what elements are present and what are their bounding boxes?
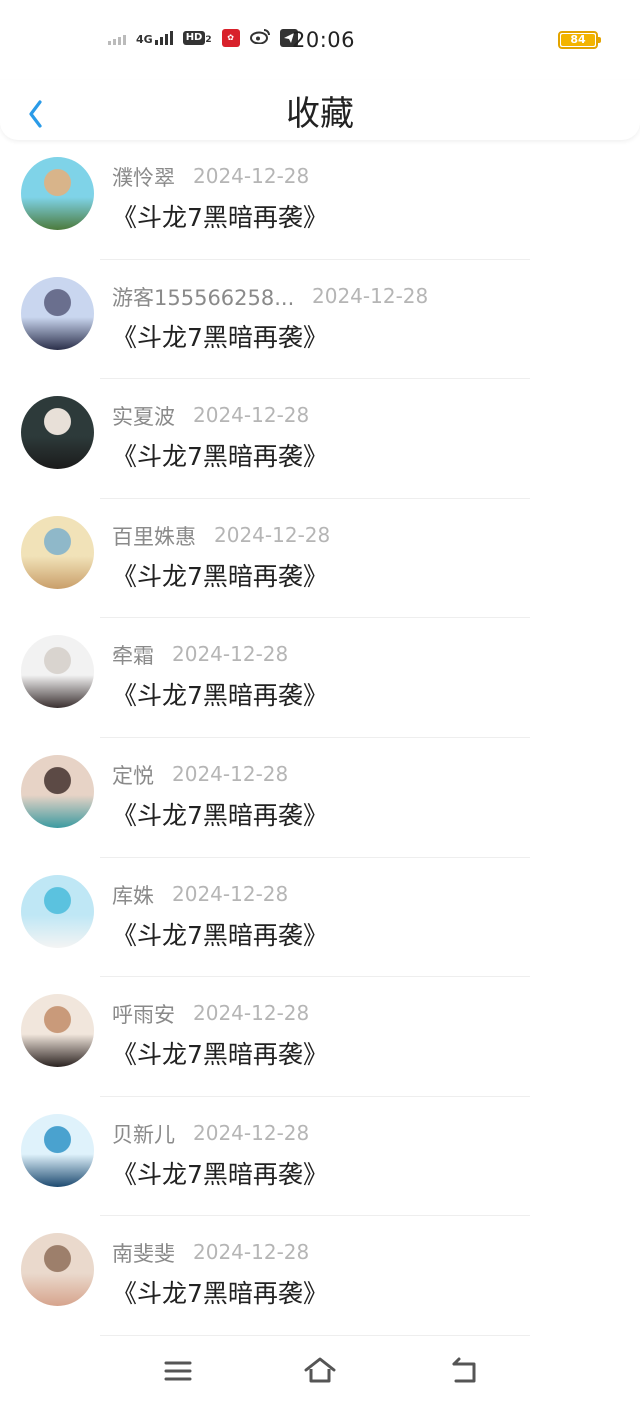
user-name: 南斐斐: [112, 1242, 175, 1267]
user-avatar[interactable]: [21, 994, 94, 1068]
favorite-row[interactable]: 贝新儿 2024-12-28 《斗龙7黑暗再袭》: [0, 1097, 640, 1217]
hd-icon: HD: [182, 31, 206, 45]
favorite-date: 2024-12-28: [172, 881, 289, 906]
user-name: 牵霜: [112, 644, 154, 669]
favorite-row[interactable]: 实夏波 2024-12-28 《斗龙7黑暗再袭》: [0, 379, 640, 499]
favorite-row[interactable]: 游客155566258... 2024-12-28 《斗龙7黑暗再袭》: [0, 260, 640, 380]
user-name: 库姝: [112, 883, 154, 908]
user-avatar[interactable]: [21, 1113, 94, 1187]
book-title[interactable]: 《斗龙7黑暗再袭》: [112, 437, 328, 473]
network-type-label: 4G: [136, 33, 153, 46]
favorite-row[interactable]: 濮怜翠 2024-12-28 《斗龙7黑暗再袭》: [0, 140, 640, 260]
favorite-date: 2024-12-28: [193, 1001, 310, 1026]
user-avatar[interactable]: [21, 635, 94, 709]
system-nav-bar: [0, 1338, 640, 1408]
user-avatar[interactable]: [21, 874, 94, 948]
favorite-date: 2024-12-28: [172, 761, 289, 786]
user-name: 游客155566258...: [112, 285, 295, 310]
status-time: 20:06: [292, 28, 356, 52]
book-title[interactable]: 《斗龙7黑暗再袭》: [112, 916, 328, 952]
book-title[interactable]: 《斗龙7黑暗再袭》: [112, 1035, 328, 1071]
favorite-date: 2024-12-28: [193, 1120, 310, 1145]
menu-icon[interactable]: [161, 1356, 195, 1386]
battery-icon: 84: [558, 31, 601, 49]
book-title[interactable]: 《斗龙7黑暗再袭》: [112, 198, 328, 234]
page-title: 收藏: [286, 94, 354, 134]
favorite-date: 2024-12-28: [214, 522, 331, 547]
user-avatar[interactable]: [21, 1233, 94, 1307]
user-name: 贝新儿: [112, 1122, 175, 1147]
favorite-date: 2024-12-28: [312, 283, 429, 308]
status-icons: 4G HD 2 ✿: [108, 28, 298, 48]
favorites-list: 濮怜翠 2024-12-28 《斗龙7黑暗再袭》 游客155566258... 2024…: [0, 140, 640, 1336]
back-icon[interactable]: [446, 1356, 480, 1386]
book-title[interactable]: 《斗龙7黑暗再袭》: [112, 1155, 328, 1191]
favorite-row[interactable]: 牵霜 2024-12-28 《斗龙7黑暗再袭》: [0, 618, 640, 738]
user-avatar[interactable]: [21, 754, 94, 828]
app-red-icon: ✿: [221, 29, 240, 47]
status-bar: 4G HD 2 ✿ 20:06 84: [0, 0, 640, 80]
user-name: 百里姝惠: [112, 524, 196, 549]
user-avatar[interactable]: [21, 515, 94, 589]
book-title[interactable]: 《斗龙7黑暗再袭》: [112, 318, 328, 354]
favorite-date: 2024-12-28: [193, 164, 310, 188]
book-title[interactable]: 《斗龙7黑暗再袭》: [112, 1274, 328, 1310]
favorite-row[interactable]: 南斐斐 2024-12-28 《斗龙7黑暗再袭》: [0, 1216, 640, 1336]
hd-sub-label: 2: [205, 35, 212, 45]
user-name: 濮怜翠: [112, 166, 175, 190]
signal-weak-icon: [108, 31, 126, 45]
header-bar: 收藏: [0, 80, 640, 140]
book-title[interactable]: 《斗龙7黑暗再袭》: [112, 796, 328, 832]
home-icon[interactable]: [303, 1356, 337, 1386]
user-name: 实夏波: [112, 405, 175, 430]
favorite-date: 2024-12-28: [193, 403, 310, 428]
favorite-row[interactable]: 百里姝惠 2024-12-28 《斗龙7黑暗再袭》: [0, 499, 640, 619]
user-avatar[interactable]: [21, 276, 94, 350]
signal-4g-icon: [154, 31, 173, 45]
favorite-date: 2024-12-28: [193, 1240, 310, 1265]
user-name: 呼雨安: [112, 1003, 175, 1028]
battery-level: 84: [561, 34, 595, 46]
book-title[interactable]: 《斗龙7黑暗再袭》: [112, 676, 328, 712]
weibo-icon: [249, 28, 270, 48]
user-name: 定悦: [112, 763, 154, 788]
user-avatar[interactable]: [21, 157, 94, 230]
favorite-date: 2024-12-28: [172, 642, 289, 667]
book-title[interactable]: 《斗龙7黑暗再袭》: [112, 557, 328, 593]
favorite-row[interactable]: 库姝 2024-12-28 《斗龙7黑暗再袭》: [0, 858, 640, 978]
favorite-row[interactable]: 呼雨安 2024-12-28 《斗龙7黑暗再袭》: [0, 977, 640, 1097]
user-avatar[interactable]: [21, 396, 94, 470]
row-divider: [100, 1334, 530, 1336]
favorite-row[interactable]: 定悦 2024-12-28 《斗龙7黑暗再袭》: [0, 738, 640, 858]
